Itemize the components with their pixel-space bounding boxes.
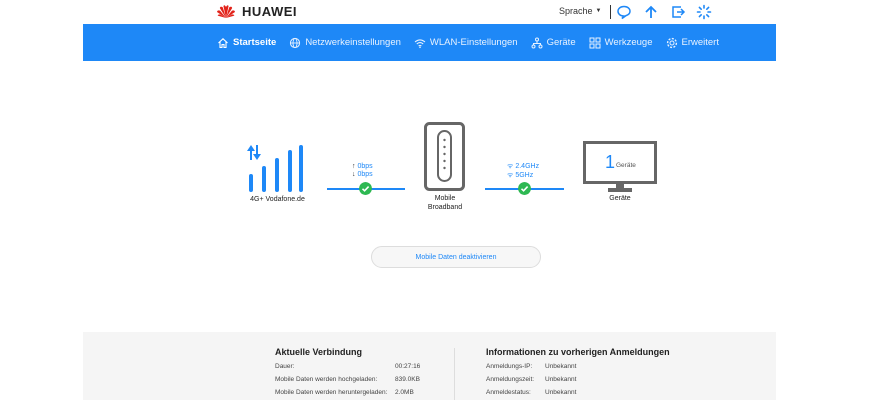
- router-label-line1: Mobile: [434, 195, 456, 202]
- band-2ghz-label: 2.4GHz: [515, 163, 540, 170]
- loading-icon[interactable]: [696, 4, 712, 20]
- gear-icon: [666, 37, 677, 48]
- nav-item-erweitert[interactable]: Erweitert: [666, 37, 719, 49]
- router-label-line2: Broadband: [427, 204, 463, 211]
- nav-item-geraete[interactable]: Geräte: [531, 37, 576, 49]
- logout-icon[interactable]: [670, 4, 686, 20]
- connection-row-value: 839.0KB: [395, 376, 420, 383]
- speech-bubble-icon[interactable]: [616, 4, 632, 20]
- check-icon: [518, 182, 531, 195]
- router-icon: [424, 122, 465, 191]
- upload-rate-value: 0bps: [357, 163, 373, 170]
- nav-item-wlan-einstellungen[interactable]: WLAN-Einstellungen: [414, 37, 518, 49]
- page: HUAWEI Sprache ▼ Startseite Netzwerkeins…: [0, 0, 879, 400]
- nav-label: Geräte: [546, 37, 576, 48]
- brand-name: HUAWEI: [242, 3, 297, 19]
- login-row-value: Unbekannt: [545, 389, 577, 396]
- login-info-title: Informationen zu vorherigen Anmeldungen: [486, 347, 670, 357]
- home-icon: [218, 37, 228, 48]
- main-nav: Startseite Netzwerkeinstellungen WLAN-Ei…: [83, 24, 776, 61]
- nav-item-werkzeuge[interactable]: Werkzeuge: [589, 37, 653, 49]
- devices-icon: [531, 37, 543, 48]
- connection-row-label: Mobile Daten werden heruntergeladen:: [275, 389, 388, 396]
- connection-title: Aktuelle Verbindung: [275, 347, 363, 357]
- network-name: 4G+ Vodafone.de: [250, 196, 305, 203]
- devices-label: Geräte: [609, 195, 631, 202]
- device-count-unit: Geräte: [616, 162, 636, 169]
- globe-icon: [290, 37, 301, 48]
- band-2ghz: ᯤ 2.4GHz: [507, 162, 539, 171]
- deactivate-mobile-data-button[interactable]: Mobile Daten deaktivieren: [371, 246, 541, 268]
- nav-item-startseite[interactable]: Startseite: [217, 37, 276, 49]
- huawei-logo: HUAWEI: [216, 3, 297, 19]
- band-5ghz-label: 5GHz: [515, 172, 534, 179]
- login-row-label: Anmeldestatus:: [486, 389, 531, 396]
- info-panel: Aktuelle Verbindung Dauer: 00:27:16 Mobi…: [83, 332, 776, 400]
- upload-rate: ↑ 0bps: [352, 163, 373, 170]
- connection-diagram: 4G+ Vodafone.de ↑ 0bps ↓ 0bps Mobile Bro…: [0, 110, 879, 220]
- nav-item-netzwerkeinstellungen[interactable]: Netzwerkeinstellungen: [289, 37, 401, 49]
- login-row-value: Unbekannt: [545, 363, 577, 370]
- nav-label: WLAN-Einstellungen: [429, 37, 518, 48]
- login-row-value: Unbekannt: [545, 376, 577, 383]
- huawei-flower-icon: [217, 5, 235, 18]
- connection-row-value: 00:27:16: [395, 363, 421, 370]
- connection-row-value: 2.0MB: [395, 389, 414, 396]
- top-bar: HUAWEI Sprache ▼: [0, 0, 879, 24]
- download-rate-value: 0bps: [357, 171, 373, 178]
- download-rate: ↓ 0bps: [352, 171, 373, 178]
- connection-row-label: Mobile Daten werden hochgeladen:: [275, 376, 378, 383]
- router-label: Mobile Broadband: [410, 194, 480, 212]
- language-dropdown[interactable]: Sprache ▼: [559, 6, 601, 16]
- upload-icon[interactable]: [643, 4, 659, 20]
- nav-label: Netzwerkeinstellungen: [305, 37, 401, 48]
- tools-icon: [589, 37, 601, 48]
- connection-row-label: Dauer:: [275, 363, 295, 370]
- header-divider: [610, 5, 611, 19]
- login-row-label: Anmeldungszeit:: [486, 376, 535, 383]
- band-5ghz: ᯤ 5GHz: [507, 171, 533, 180]
- language-label: Sprache: [559, 6, 593, 16]
- device-count[interactable]: 1: [605, 152, 615, 173]
- check-icon: [359, 182, 372, 195]
- panel-divider: [454, 348, 455, 400]
- nav-label: Startseite: [233, 37, 277, 48]
- wifi-icon: [414, 38, 426, 48]
- login-row-label: Anmeldungs-IP:: [486, 363, 533, 370]
- nav-label: Werkzeuge: [604, 37, 653, 48]
- signal-strength-icon: [247, 145, 303, 192]
- caret-down-icon: ▼: [595, 8, 602, 14]
- nav-label: Erweitert: [681, 37, 719, 48]
